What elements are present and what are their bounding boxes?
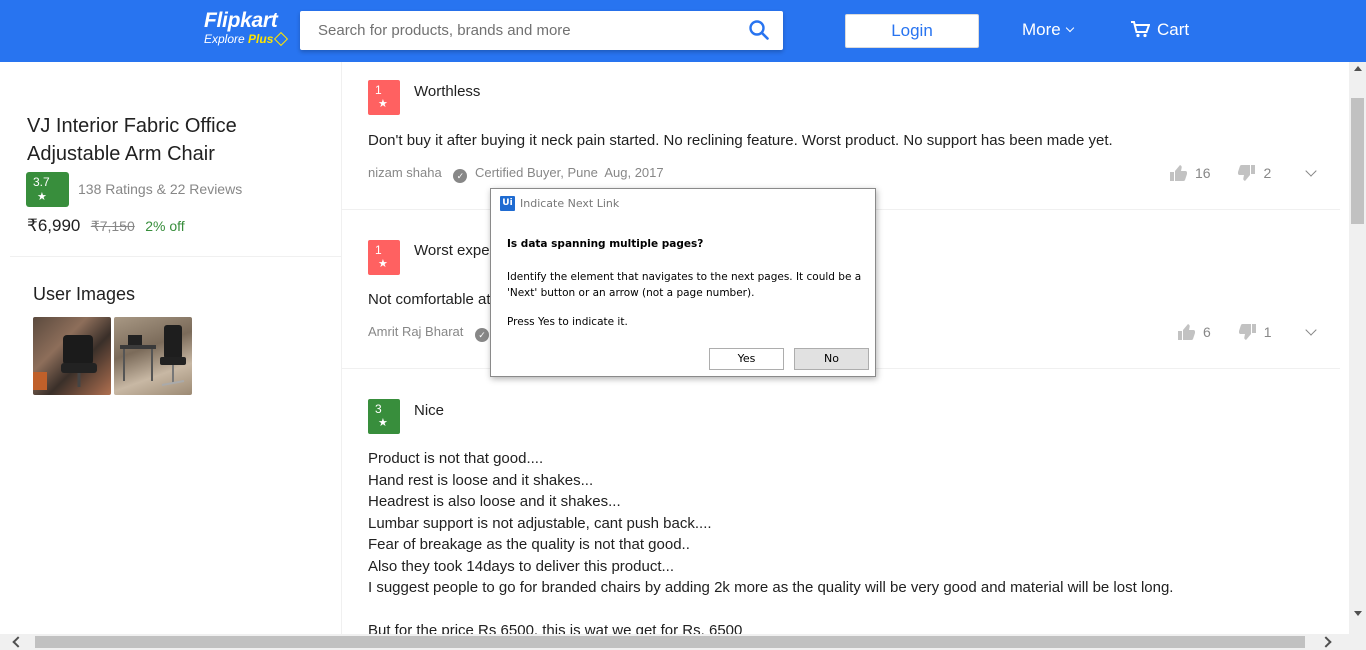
- star-icon: ★: [378, 98, 388, 110]
- star-icon: ★: [378, 417, 388, 429]
- review-author: Amrit Raj Bharat: [368, 324, 464, 339]
- cart-icon: [1131, 21, 1151, 38]
- dialog-title: Indicate Next Link: [520, 197, 620, 210]
- mrp: ₹7,150: [90, 218, 135, 234]
- chevron-down-icon[interactable]: [1305, 165, 1317, 177]
- scrollbar-thumb[interactable]: [35, 636, 1305, 648]
- indicate-next-link-dialog: Ui Indicate Next Link Is data spanning m…: [490, 188, 876, 377]
- dialog-description: Identify the element that navigates to t…: [507, 271, 862, 299]
- thumbs-up-icon: [1170, 165, 1187, 181]
- flipkart-logo[interactable]: Flipkart Explore Plus: [204, 9, 289, 47]
- dislike-button[interactable]: 1: [1238, 324, 1271, 340]
- like-button[interactable]: 16: [1170, 165, 1211, 181]
- user-image-thumbnail[interactable]: [33, 317, 111, 395]
- scroll-left-arrow-icon[interactable]: [12, 636, 24, 648]
- top-navbar: Flipkart Explore Plus Login More Cart: [0, 0, 1366, 62]
- login-button[interactable]: Login: [845, 14, 979, 48]
- review-author: nizam shaha: [368, 165, 442, 180]
- plus-icon: [274, 31, 289, 47]
- brand-name: Flipkart: [204, 9, 278, 32]
- certified-buyer-label: Certified Buyer, Pune: [474, 165, 598, 180]
- dialog-question: Is data spanning multiple pages?: [507, 238, 704, 250]
- price-row: ₹6,990 ₹7,150 2% off: [27, 216, 185, 236]
- user-images-heading: User Images: [33, 284, 136, 304]
- product-summary-panel: VJ Interior Fabric Office Adjustable Arm…: [10, 62, 342, 634]
- chevron-down-icon[interactable]: [1305, 324, 1318, 336]
- star-icon: ★: [378, 258, 388, 270]
- review-text: Don't buy it after buying it neck pain s…: [368, 132, 1113, 149]
- horizontal-scrollbar[interactable]: [0, 634, 1366, 650]
- review-text: Product is not that good.... Hand rest i…: [368, 450, 1174, 634]
- scroll-up-arrow-icon[interactable]: [1354, 66, 1362, 71]
- star-icon: ★: [37, 191, 47, 203]
- review-rating-badge: 1 ★: [368, 80, 400, 115]
- price: ₹6,990: [27, 216, 81, 235]
- review-rating-badge: 1 ★: [368, 240, 400, 275]
- review-meta: nizam shaha ✓ Certified Buyer, Pune Aug,…: [368, 165, 664, 183]
- thumbs-down-icon: [1238, 324, 1256, 340]
- divider: [10, 256, 342, 257]
- cart-link[interactable]: Cart: [1130, 20, 1189, 40]
- scrollbar-thumb[interactable]: [1351, 98, 1364, 224]
- chair-photo-icon: [33, 335, 97, 390]
- review-title: Worthless: [414, 83, 481, 100]
- thumbs-up-icon: [1178, 324, 1195, 340]
- like-button[interactable]: 6: [1178, 324, 1211, 340]
- search-box: [300, 11, 783, 50]
- discount: 2% off: [145, 218, 185, 234]
- scroll-down-arrow-icon[interactable]: [1354, 611, 1362, 616]
- rating-count: 138 Ratings & 22 Reviews: [78, 181, 243, 197]
- review-meta: Amrit Raj Bharat ✓: [368, 324, 493, 342]
- search-input[interactable]: [300, 11, 730, 50]
- brand-tagline: Explore Plus: [204, 31, 289, 47]
- review-title: Nice: [414, 402, 445, 419]
- review-votes: 6 1: [1178, 324, 1318, 340]
- rating-badge: 3.7 ★: [26, 172, 69, 207]
- chevron-down-icon: [1065, 23, 1074, 33]
- desk-photo-icon: [120, 325, 186, 386]
- more-menu[interactable]: More: [1022, 20, 1074, 40]
- review-card: 3 ★ Nice Product is not that good.... Ha…: [342, 369, 1340, 634]
- yes-button[interactable]: Yes: [709, 348, 784, 370]
- dialog-titlebar[interactable]: Ui Indicate Next Link: [491, 189, 875, 217]
- uipath-app-icon: Ui: [500, 196, 515, 211]
- thumbs-down-icon: [1238, 165, 1256, 181]
- review-date: Aug, 2017: [604, 165, 664, 180]
- vertical-scrollbar[interactable]: [1349, 62, 1366, 634]
- certified-check-icon: ✓: [475, 328, 489, 342]
- no-button[interactable]: No: [794, 348, 869, 370]
- product-title[interactable]: VJ Interior Fabric Office Adjustable Arm…: [27, 112, 287, 168]
- dislike-button[interactable]: 2: [1238, 165, 1271, 181]
- scroll-right-arrow-icon[interactable]: [1320, 636, 1332, 648]
- search-icon[interactable]: [749, 20, 769, 40]
- review-rating-badge: 3 ★: [368, 399, 400, 434]
- review-card: 1 ★ Worthless Don't buy it after buying …: [342, 62, 1340, 209]
- review-votes: 16 2: [1170, 165, 1317, 181]
- dialog-instruction: Press Yes to indicate it.: [507, 316, 628, 328]
- review-title: Worst exper: [414, 242, 495, 259]
- user-image-thumbnail[interactable]: [114, 317, 192, 395]
- certified-check-icon: ✓: [453, 169, 468, 183]
